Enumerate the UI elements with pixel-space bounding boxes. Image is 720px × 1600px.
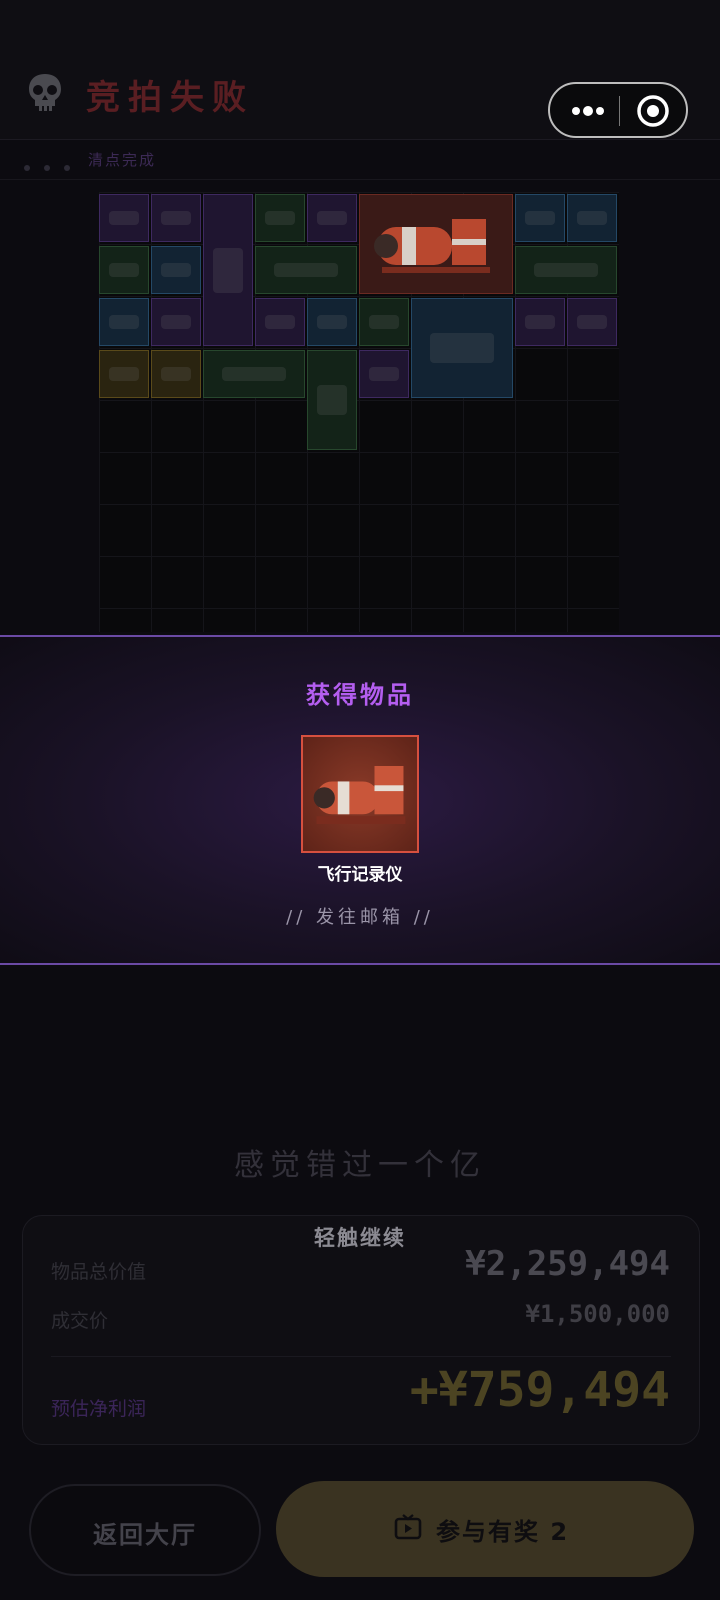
tv-icon [394,1514,422,1540]
inventory-item[interactable] [255,246,357,294]
back-to-lobby-button[interactable]: 返回大厅 [29,1484,261,1576]
mini-program-capsule [548,82,688,138]
inventory-item[interactable] [359,194,513,294]
reward-item-card[interactable] [301,735,419,853]
summary-divider [51,1356,671,1357]
skull-icon [29,74,61,111]
mailbox-hint: // 发往邮箱 // [286,907,434,928]
total-value: ¥2,259,494 [465,1244,670,1284]
inventory-item[interactable] [515,194,565,242]
inventory-item[interactable] [99,194,149,242]
inventory-item[interactable] [99,350,149,398]
inventory-item[interactable] [307,350,357,450]
inventory-item[interactable] [515,246,617,294]
status-text: 清点完成 [88,151,157,169]
join-reward-button[interactable]: 参与有奖 2 [276,1481,694,1577]
flight-recorder-icon [313,765,406,824]
inventory-item[interactable] [359,298,409,346]
progress-dots [24,156,84,175]
reward-item-name: 飞行记录仪 [317,865,403,885]
inventory-item[interactable] [515,298,565,346]
inventory-item[interactable] [99,246,149,294]
page-title: 竞拍失败 [86,78,254,118]
profit-value: +¥759,494 [409,1362,670,1418]
deal-price-label: 成交价 [51,1310,109,1332]
join-reward-label: 参与有奖 2 [436,1518,570,1546]
reward-title: 获得物品 [306,681,414,709]
inventory-item[interactable] [307,298,357,346]
inventory-item[interactable] [151,194,201,242]
inventory-item[interactable] [99,298,149,346]
inventory-item[interactable] [151,246,201,294]
total-value-label: 物品总价值 [51,1261,147,1283]
more-dots-icon[interactable] [568,96,608,126]
inventory-item[interactable] [567,298,617,346]
deal-price-value: ¥1,500,000 [525,1300,671,1328]
reward-banner: 获得物品 飞行记录仪 // 发往邮箱 // [0,635,720,965]
inventory-item[interactable] [255,194,305,242]
inventory-item[interactable] [203,194,253,346]
target-icon[interactable] [636,94,670,128]
inventory-item[interactable] [203,350,305,398]
capsule-divider [619,96,620,126]
inventory-item[interactable] [255,298,305,346]
inventory-item[interactable] [411,298,513,398]
back-to-lobby-label: 返回大厅 [93,1521,197,1549]
quote-text: 感觉错过一个亿 [234,1148,486,1183]
flight-recorder-icon [374,219,490,273]
inventory-item[interactable] [307,194,357,242]
inventory-item[interactable] [151,298,201,346]
inventory-item[interactable] [567,194,617,242]
inventory-grid [99,192,619,632]
profit-label: 预估净利润 [51,1398,147,1420]
inventory-item[interactable] [151,350,201,398]
inventory-item[interactable] [359,350,409,398]
